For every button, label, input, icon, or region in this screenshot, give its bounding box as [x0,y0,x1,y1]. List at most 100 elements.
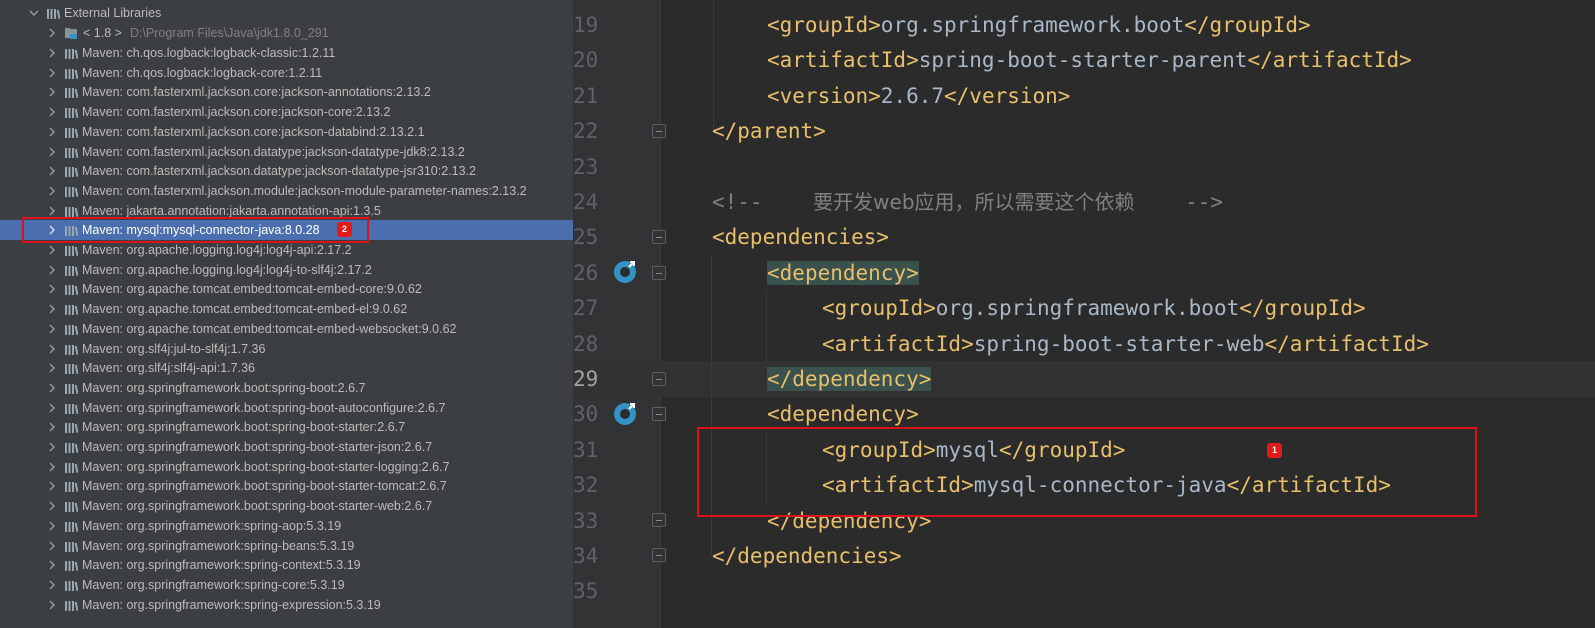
chevron-right-icon[interactable] [46,43,58,63]
fold-marker[interactable] [652,407,666,421]
caret-row-highlight [573,361,1595,397]
tree-row-library[interactable]: Maven: org.springframework:spring-core:5… [0,575,573,595]
tree-row-label: Maven: org.apache.logging.log4j:log4j-ap… [82,243,352,257]
tree-row-library[interactable]: Maven: org.apache.tomcat.embed:tomcat-em… [0,319,573,339]
code-line[interactable]: <version>2.6.7</version> [767,78,1070,114]
chevron-right-icon[interactable] [46,122,58,142]
code-editor[interactable]: 19 <groupId>org.springframework.boot</gro… [573,0,1595,628]
code-line[interactable]: <!-- 要开发web应用，所以需要这个依赖 --> [712,184,1223,220]
chevron-right-icon[interactable] [46,358,58,378]
project-tree-panel: External Libraries < 1.8 > D:\Program Fil… [0,0,573,628]
tree-row-library[interactable]: Maven: org.apache.tomcat.embed:tomcat-em… [0,279,573,299]
chevron-right-icon[interactable] [46,398,58,418]
chevron-right-icon[interactable] [46,555,58,575]
chevron-right-icon[interactable] [46,161,58,181]
library-bars-icon [64,184,79,198]
code-line[interactable]: <artifactId>spring-boot-starter-web</art… [822,326,1429,362]
annotation-badge-1: 1 [1267,443,1282,458]
tree-row-library[interactable]: Maven: org.springframework.boot:spring-b… [0,476,573,496]
chevron-right-icon[interactable] [46,496,58,516]
tree-row-library[interactable]: Maven: com.fasterxml.jackson.module:jack… [0,181,573,201]
chevron-right-icon[interactable] [46,240,58,260]
tree-row-label: Maven: org.springframework:spring-core:5… [82,578,345,592]
code-token: <artifactId> [767,48,919,72]
fold-marker[interactable] [652,230,666,244]
chevron-right-icon[interactable] [46,260,58,280]
code-token: <groupId> [767,13,881,37]
line-number: 26 [573,261,599,285]
gutter-separator [660,0,661,628]
code-line[interactable]: <dependency> [767,255,919,291]
tree-row-library[interactable]: Maven: ch.qos.logback:logback-classic:1.… [0,43,573,63]
chevron-right-icon[interactable] [46,437,58,457]
chevron-right-icon[interactable] [46,417,58,437]
tree-row-library[interactable]: Maven: org.springframework:spring-expres… [0,595,573,615]
code-line[interactable]: <groupId>org.springframework.boot</group… [822,290,1366,326]
code-token: 2.6.7 [880,84,945,108]
code-line[interactable]: </parent> [712,113,826,149]
chevron-right-icon[interactable] [46,23,58,43]
chevron-right-icon[interactable] [46,299,58,319]
fold-marker[interactable] [652,124,666,138]
tree-row-library[interactable]: Maven: com.fasterxml.jackson.datatype:ja… [0,142,573,162]
chevron-right-icon[interactable] [46,142,58,162]
tree-row-label: Maven: com.fasterxml.jackson.datatype:ja… [82,145,465,159]
tree-row-library[interactable]: Maven: org.springframework.boot:spring-b… [0,496,573,516]
tree-row-label: Maven: ch.qos.logback:logback-classic:1.… [82,46,336,60]
code-line[interactable]: </dependency> [767,361,932,397]
tree-row-library[interactable]: Maven: org.apache.logging.log4j:log4j-ap… [0,240,573,260]
fold-marker[interactable] [652,513,666,527]
chevron-right-icon[interactable] [46,536,58,556]
fold-marker[interactable] [652,372,666,386]
tree-row-library[interactable]: Maven: org.springframework.boot:spring-b… [0,378,573,398]
chevron-right-icon[interactable] [46,457,58,477]
tree-row-library[interactable]: Maven: org.apache.tomcat.embed:tomcat-em… [0,299,573,319]
tree-row-label: Maven: org.slf4j:slf4j-api:1.7.36 [82,361,256,375]
line-number: 21 [573,84,599,108]
tree-row-library[interactable]: Maven: org.springframework.boot:spring-b… [0,437,573,457]
fold-marker[interactable] [652,266,666,280]
tree-row-library[interactable]: Maven: org.apache.logging.log4j:log4j-to… [0,260,573,280]
sdk-path: D:\Program Files\Java\jdk1.8.0_291 [129,26,329,40]
chevron-down-icon[interactable] [28,3,40,23]
tree-row-library[interactable]: Maven: org.springframework.boot:spring-b… [0,457,573,477]
library-bars-icon [64,558,79,572]
chevron-right-icon[interactable] [46,516,58,536]
code-token: </artifactId> [1247,48,1412,72]
tree-row-label: Maven: org.springframework.boot:spring-b… [82,460,450,474]
chevron-right-icon[interactable] [46,575,58,595]
chevron-right-icon[interactable] [46,476,58,496]
chevron-right-icon[interactable] [46,63,58,83]
tree-row-library[interactable]: Maven: org.springframework:spring-beans:… [0,536,573,556]
code-line[interactable]: <dependencies> [712,219,889,255]
tree-row-library[interactable]: Maven: org.springframework:spring-contex… [0,555,573,575]
maven-dependency-gutter-icon[interactable] [612,400,638,426]
tree-row-external-libraries[interactable]: External Libraries [0,3,573,23]
library-bars-icon [64,145,79,159]
tree-row-sdk[interactable]: < 1.8 > D:\Program Files\Java\jdk1.8.0_29… [0,23,573,43]
code-line[interactable]: <groupId>org.springframework.boot</group… [767,7,1311,43]
chevron-right-icon[interactable] [46,378,58,398]
tree-row-library[interactable]: Maven: org.springframework:spring-aop:5.… [0,516,573,536]
code-line[interactable]: </dependencies> [712,538,902,574]
fold-marker[interactable] [652,548,666,562]
chevron-right-icon[interactable] [46,595,58,615]
chevron-right-icon[interactable] [46,319,58,339]
tree-row-library[interactable]: Maven: org.slf4j:jul-to-slf4j:1.7.36 [0,339,573,359]
code-line[interactable]: <artifactId>spring-boot-starter-parent</… [767,42,1412,78]
chevron-right-icon[interactable] [46,82,58,102]
tree-row-library[interactable]: Maven: com.fasterxml.jackson.core:jackso… [0,122,573,142]
chevron-right-icon[interactable] [46,181,58,201]
tree-row-library[interactable]: Maven: org.springframework.boot:spring-b… [0,417,573,437]
tree-row-library[interactable]: Maven: com.fasterxml.jackson.core:jackso… [0,82,573,102]
tree-row-library[interactable]: Maven: org.springframework.boot:spring-b… [0,398,573,418]
tree-row-library[interactable]: Maven: org.slf4j:slf4j-api:1.7.36 [0,358,573,378]
tree-row-label: Maven: ch.qos.logback:logback-core:1.2.1… [82,66,323,80]
maven-dependency-gutter-icon[interactable] [612,258,638,284]
tree-row-library[interactable]: Maven: ch.qos.logback:logback-core:1.2.1… [0,63,573,83]
chevron-right-icon[interactable] [46,102,58,122]
tree-row-library[interactable]: Maven: com.fasterxml.jackson.core:jackso… [0,102,573,122]
chevron-right-icon[interactable] [46,339,58,359]
tree-row-library[interactable]: Maven: com.fasterxml.jackson.datatype:ja… [0,161,573,181]
chevron-right-icon[interactable] [46,279,58,299]
